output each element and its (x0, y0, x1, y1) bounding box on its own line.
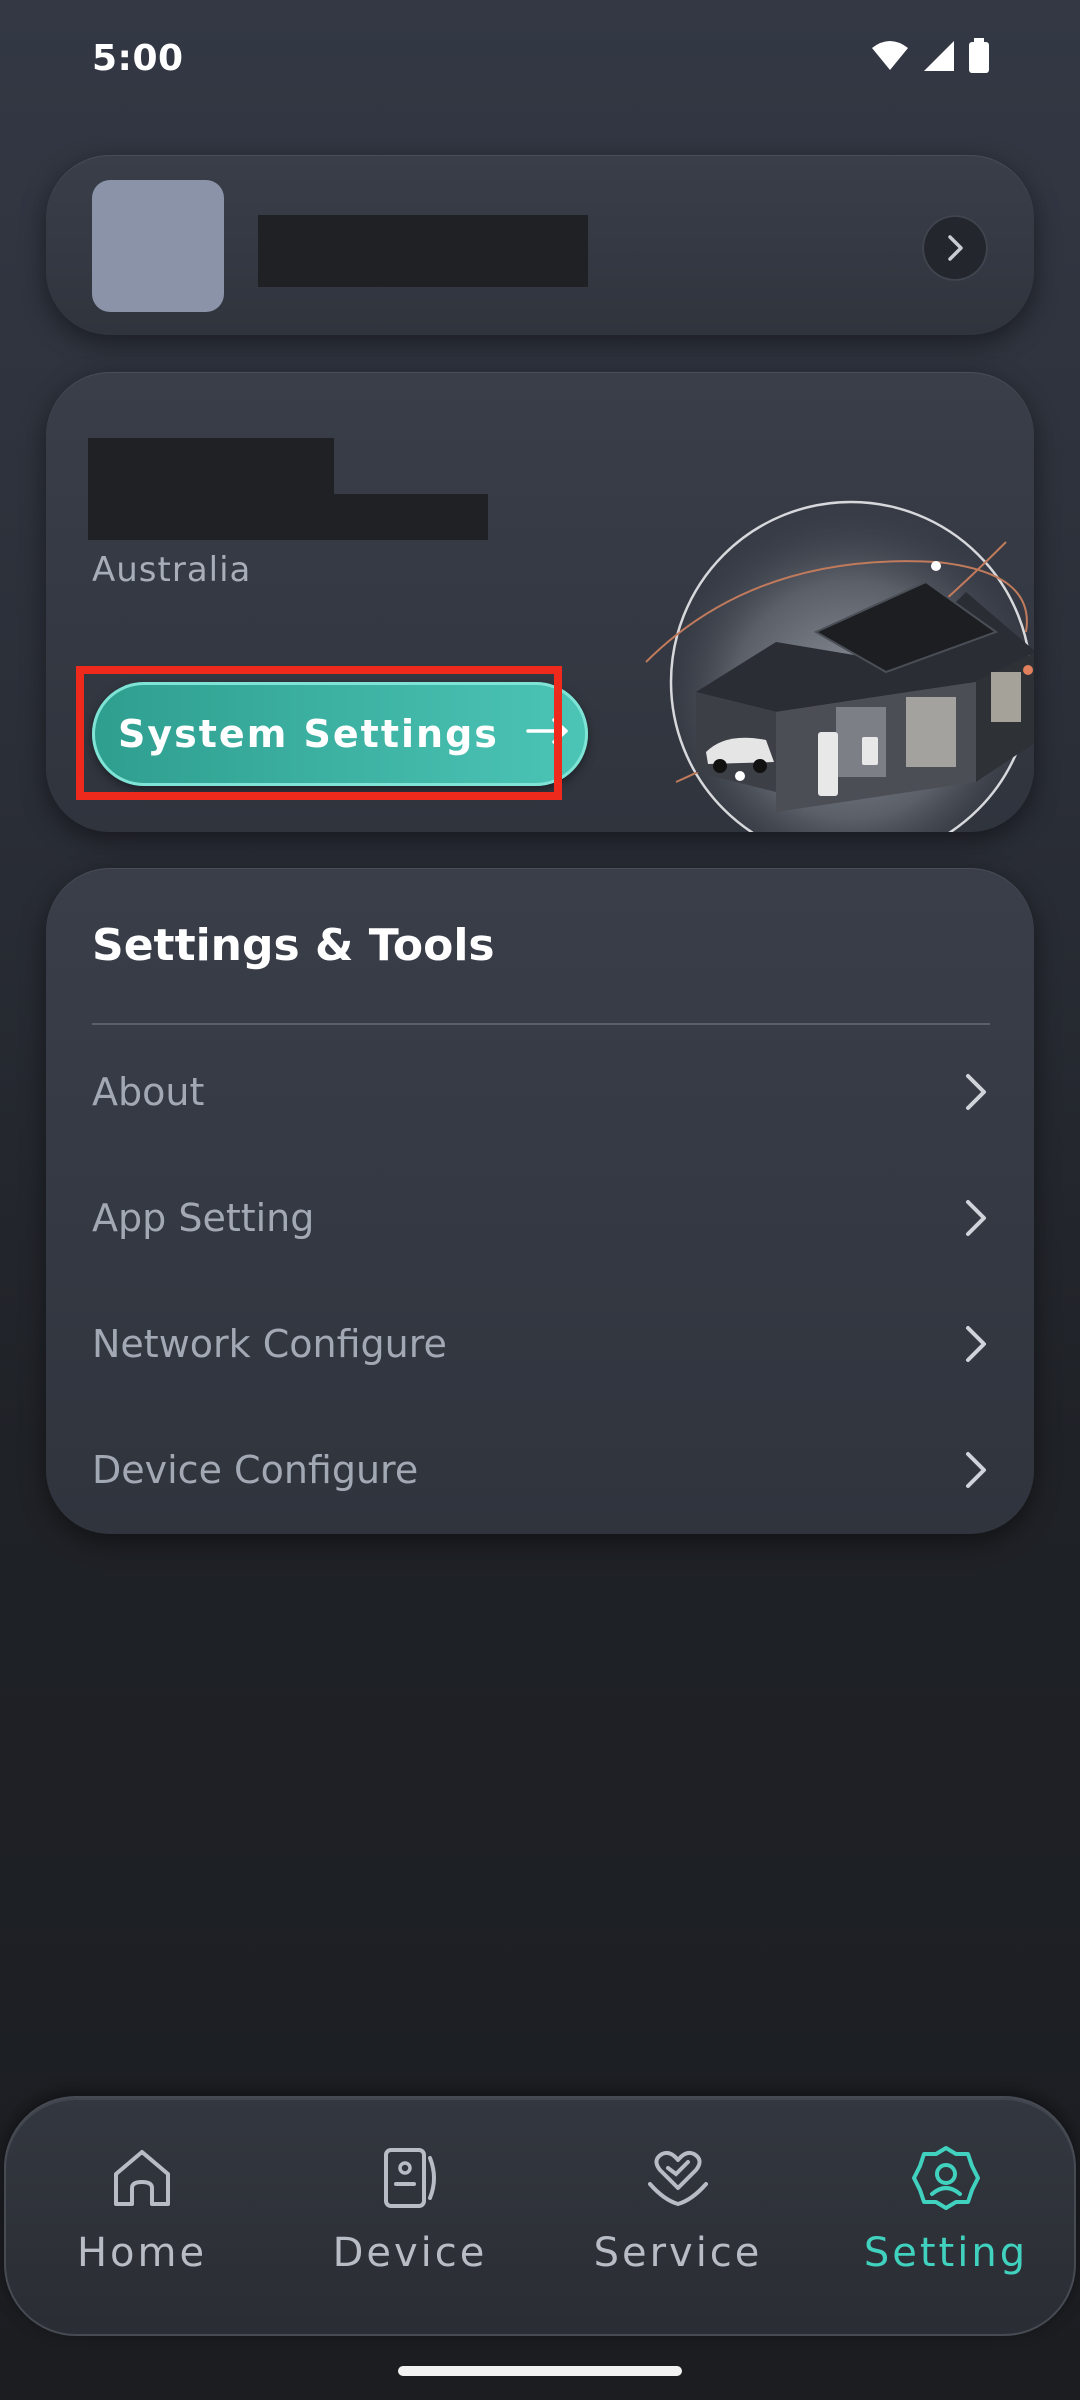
status-bar: 5:00 (0, 0, 1080, 120)
tool-item-device-configure[interactable]: Device Configure (92, 1420, 990, 1520)
nav-item-label: Home (76, 2230, 208, 2276)
chevron-right-icon (966, 1326, 986, 1362)
redacted-site-address (88, 494, 488, 540)
site-card: Australia System Settings (46, 372, 1034, 832)
settings-tools-title: Settings & Tools (92, 920, 495, 971)
avatar (92, 180, 224, 312)
tool-item-label: Network Configure (92, 1322, 447, 1366)
tool-item-label: App Setting (92, 1196, 315, 1240)
redacted-user-name (258, 215, 588, 287)
nav-item-label: Device (332, 2230, 488, 2276)
signal-icon (924, 41, 954, 71)
tool-item-label: About (92, 1070, 205, 1114)
profile-card[interactable] (46, 155, 1034, 335)
home-indicator[interactable] (398, 2366, 682, 2376)
profile-open-button[interactable] (922, 215, 988, 281)
bottom-nav: Home Device Service Setting (4, 2096, 1076, 2336)
tool-item-app-setting[interactable]: App Setting (92, 1168, 990, 1268)
chevron-right-icon (966, 1074, 986, 1110)
settings-tools-card: Settings & Tools About App Setting Netwo… (46, 868, 1034, 1534)
tool-item-network-configure[interactable]: Network Configure (92, 1294, 990, 1394)
nav-item-setting[interactable]: Setting (816, 2144, 1076, 2294)
service-icon (648, 2150, 708, 2207)
gear-icon (912, 2146, 980, 2210)
chevron-right-icon (966, 1200, 986, 1236)
wifi-icon (872, 41, 908, 70)
status-time: 5:00 (92, 38, 184, 79)
site-country: Australia (92, 550, 252, 590)
status-icons (870, 38, 990, 74)
battery-icon (969, 38, 989, 73)
divider (92, 1023, 990, 1025)
chevron-right-icon (948, 235, 963, 261)
nav-item-label: Setting (863, 2230, 1029, 2276)
device-icon (384, 2148, 436, 2208)
nav-item-device[interactable]: Device (280, 2144, 540, 2294)
tool-item-label: Device Configure (92, 1448, 419, 1492)
chevron-right-icon (966, 1452, 986, 1488)
nav-item-home[interactable]: Home (12, 2144, 272, 2294)
tool-item-about[interactable]: About (92, 1042, 990, 1142)
home-icon (114, 2150, 170, 2206)
nav-item-service[interactable]: Service (548, 2144, 808, 2294)
highlight-box (76, 666, 562, 800)
nav-item-label: Service (593, 2230, 763, 2276)
house-illustration (645, 500, 1034, 832)
